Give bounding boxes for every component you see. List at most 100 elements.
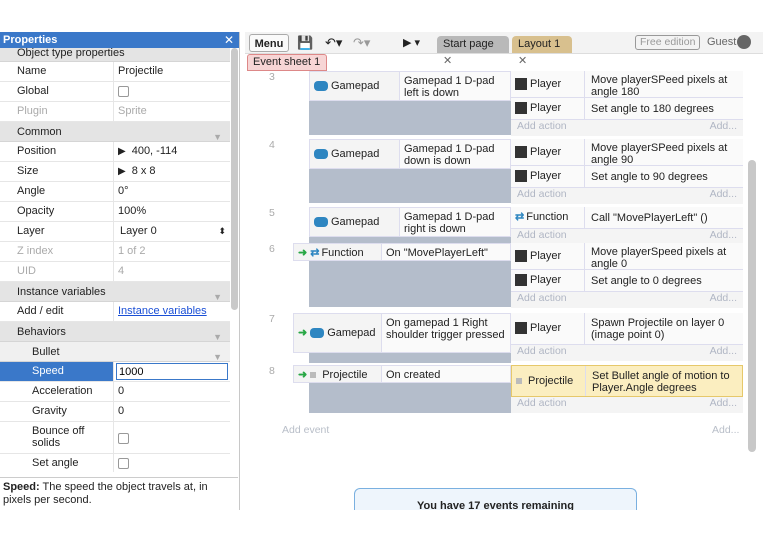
action[interactable]: ⇄ Function Call "MovePlayerLeft" () xyxy=(511,207,743,229)
tab-layout-1[interactable]: Layout 1 ✕ xyxy=(512,36,572,67)
action-object-name: Player xyxy=(530,102,562,114)
add-action[interactable]: Add action Add... xyxy=(511,292,743,308)
add-action-more[interactable]: Add... xyxy=(710,397,737,409)
action[interactable]: Player Set angle to 90 degrees xyxy=(511,166,743,188)
prop-label: Layer xyxy=(0,222,114,241)
layer-select[interactable]: Layer 0 ⬍ xyxy=(114,222,230,241)
action-object-name: Player xyxy=(530,322,562,334)
event-sheet-scrollbar[interactable] xyxy=(748,160,756,452)
free-edition-badge[interactable]: Free edition xyxy=(635,35,701,50)
prop-row-zindex: Z index 1 of 2 xyxy=(0,242,230,262)
action[interactable]: Player Set angle to 0 degrees xyxy=(511,270,743,292)
action-object-name: Player xyxy=(530,78,562,90)
condition-text: Gamepad 1 D-pad down is down xyxy=(400,140,510,168)
condition[interactable]: Gamepad Gamepad 1 D-pad right is down xyxy=(309,207,511,237)
user-icon[interactable] xyxy=(737,35,751,49)
expand-icon[interactable]: ▶ xyxy=(118,146,126,157)
add-action-more[interactable]: Add... xyxy=(710,345,737,357)
bounce-checkbox[interactable] xyxy=(118,432,129,444)
player-icon xyxy=(515,102,527,115)
undo-icon[interactable]: ↶▾ xyxy=(325,34,342,52)
action[interactable]: Player Set angle to 180 degrees xyxy=(511,98,743,120)
set-angle-checkbox[interactable] xyxy=(118,457,129,469)
prop-label: Position xyxy=(0,142,114,161)
section-object-type[interactable]: Object type properties xyxy=(0,48,230,62)
guest-label[interactable]: Guest xyxy=(707,36,736,48)
instance-variables-link[interactable]: Instance variables xyxy=(118,305,207,317)
condition[interactable]: Gamepad Gamepad 1 D-pad left is down xyxy=(309,71,511,101)
event-block[interactable]: 7 ➜ Gamepad On gamepad 1 Right shoulder t… xyxy=(247,313,747,363)
gamepad-icon xyxy=(314,149,328,160)
prop-label: Acceleration xyxy=(0,382,114,401)
event-block[interactable]: 8 ➜ Projectile On created Projectile Set B… xyxy=(247,365,747,413)
add-event-more[interactable]: Add... xyxy=(712,424,739,436)
action[interactable]: Player Move playerSpeed pixels at angle 0 xyxy=(511,243,743,270)
action-object: Player xyxy=(511,71,585,97)
add-action-more[interactable]: Add... xyxy=(710,188,737,200)
add-action[interactable]: Add action Add... xyxy=(511,345,743,361)
prop-value-opacity[interactable]: 100% xyxy=(114,202,230,221)
event-number: 8 xyxy=(269,365,275,377)
condition-object: Gamepad xyxy=(310,72,400,100)
add-action[interactable]: Add action Add... xyxy=(511,120,743,136)
player-icon xyxy=(515,250,527,263)
prop-row-gravity: Gravity 0 xyxy=(0,402,230,422)
add-action[interactable]: Add action Add... xyxy=(511,397,743,413)
action[interactable]: Projectile Set Bullet angle of motion to … xyxy=(511,365,743,397)
events-remaining-banner: You have 17 events remaining xyxy=(354,488,637,510)
prop-value-angle[interactable]: 0° xyxy=(114,182,230,201)
tab-start-page[interactable]: Start page ✕ xyxy=(437,36,509,67)
expand-icon[interactable]: ▶ xyxy=(118,166,126,177)
close-icon[interactable]: ✕ xyxy=(518,55,527,67)
section-behaviors[interactable]: Behaviors ▼ xyxy=(0,322,230,342)
condition[interactable]: Gamepad Gamepad 1 D-pad down is down xyxy=(309,139,511,169)
condition[interactable]: ➜ Gamepad On gamepad 1 Right shoulder tri… xyxy=(293,313,511,353)
play-icon[interactable]: ▶ ▾ xyxy=(403,34,420,52)
event-block[interactable]: 5 Gamepad Gamepad 1 D-pad right is down … xyxy=(247,207,747,245)
event-block[interactable]: 6 ➜ ⇄ Function On "MovePlayerLeft" Player M… xyxy=(247,243,747,308)
section-bullet[interactable]: Bullet ▼ xyxy=(0,342,230,362)
prop-value-name[interactable]: Projectile xyxy=(114,62,230,81)
redo-icon[interactable]: ↷▾ xyxy=(353,34,370,52)
condition[interactable]: ➜ Projectile On created xyxy=(293,365,511,383)
add-action-more[interactable]: Add... xyxy=(710,229,737,241)
help-text: Speed: The speed the object travels at, … xyxy=(0,477,238,510)
global-checkbox[interactable] xyxy=(118,85,129,97)
prop-value-acceleration[interactable]: 0 xyxy=(114,382,230,401)
event-block[interactable]: 4 Gamepad Gamepad 1 D-pad down is down P… xyxy=(247,139,747,204)
properties-title: Properties xyxy=(3,34,58,46)
event-body xyxy=(309,383,511,413)
trigger-arrow-icon: ➜ xyxy=(298,247,308,259)
prop-row-bounce: Bounce off solids xyxy=(0,422,230,454)
tab-event-sheet-1[interactable]: Event sheet 1 ✕ xyxy=(247,54,327,83)
action-object: Player xyxy=(511,313,585,344)
action[interactable]: Player Spawn Projectile on layer 0 (image… xyxy=(511,313,743,345)
properties-panel: Properties ✕ Object type properties Name… xyxy=(0,32,240,510)
save-icon[interactable]: 💾 xyxy=(297,34,313,52)
close-icon[interactable]: ✕ xyxy=(224,32,234,48)
player-icon xyxy=(515,274,527,287)
event-body xyxy=(309,261,511,307)
close-icon[interactable]: ✕ xyxy=(443,55,452,67)
section-instance-variables[interactable]: Instance variables ▼ xyxy=(0,282,230,302)
add-event[interactable]: Add event xyxy=(282,424,329,436)
prop-value-size[interactable]: 8 x 8 xyxy=(132,165,156,177)
prop-value-gravity[interactable]: 0 xyxy=(114,402,230,421)
condition[interactable]: ➜ ⇄ Function On "MovePlayerLeft" xyxy=(293,243,511,261)
add-action-label: Add action xyxy=(517,120,567,132)
action[interactable]: Player Move playerSPeed pixels at angle 9… xyxy=(511,139,743,166)
menu-button[interactable]: Menu xyxy=(249,34,289,52)
speed-input[interactable] xyxy=(116,363,228,380)
projectile-icon xyxy=(310,372,317,379)
add-action-more[interactable]: Add... xyxy=(710,120,737,132)
event-block[interactable]: 3 Gamepad Gamepad 1 D-pad left is down P… xyxy=(247,71,747,136)
properties-scrollbar[interactable] xyxy=(231,48,238,310)
action[interactable]: Player Move playerSPeed pixels at angle 1… xyxy=(511,71,743,98)
projectile-icon xyxy=(516,378,522,385)
section-common[interactable]: Common ▼ xyxy=(0,122,230,142)
gamepad-icon xyxy=(310,328,325,339)
add-action-more[interactable]: Add... xyxy=(710,292,737,304)
condition-object-name: Function xyxy=(321,247,364,259)
add-action[interactable]: Add action Add... xyxy=(511,188,743,204)
prop-value-position[interactable]: 400, -114 xyxy=(132,145,178,157)
